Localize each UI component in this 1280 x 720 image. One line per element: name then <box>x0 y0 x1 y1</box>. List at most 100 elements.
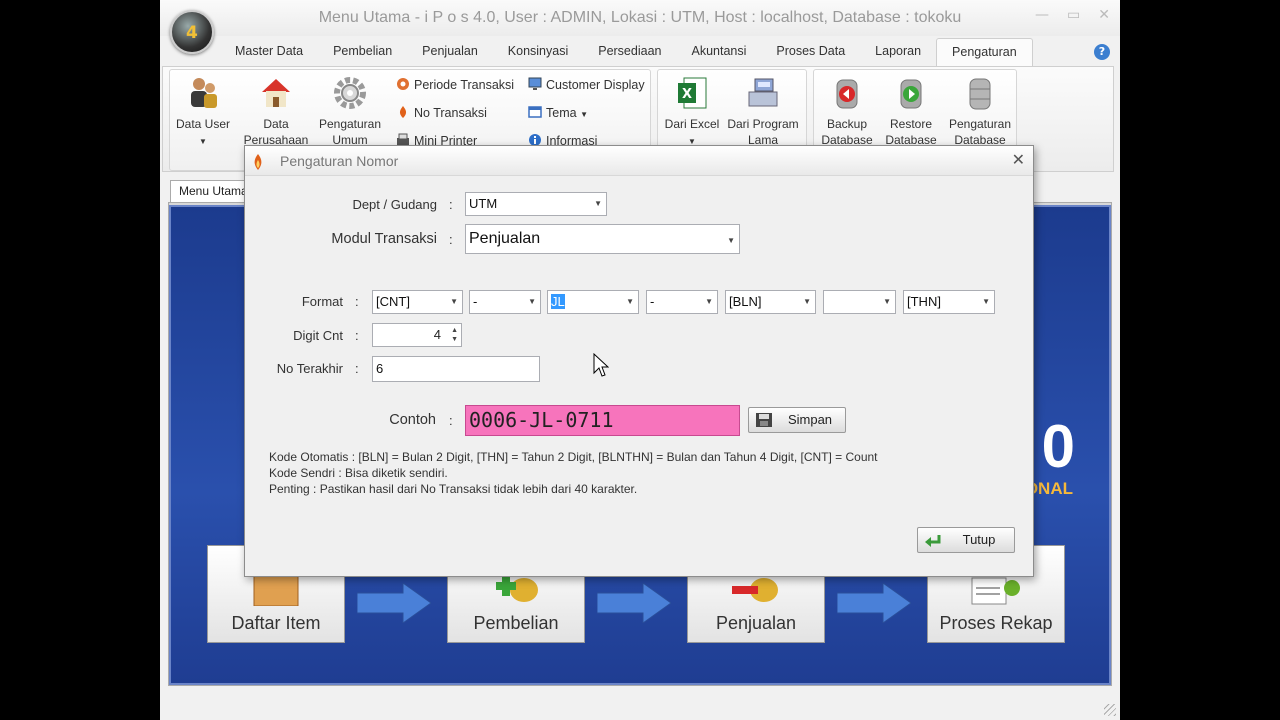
format-select-4[interactable]: - ▼ <box>646 290 718 314</box>
contoh-preview: 0006-JL-0711 <box>465 405 740 436</box>
data-user-button[interactable]: Data User ▼ <box>172 72 234 150</box>
flame-icon <box>399 106 407 118</box>
data-perusahaan-button[interactable]: Data Perusahaan <box>242 72 310 148</box>
chevron-down-icon: ▼ <box>982 297 990 306</box>
format-value-4: - <box>650 294 655 309</box>
modul-select[interactable]: Penjualan ▼ <box>465 224 740 254</box>
app-logo[interactable]: 4 <box>170 10 214 54</box>
chevron-down-icon: ▼ <box>803 297 811 306</box>
title-bar: Menu Utama - i P o s 4.0, User : ADMIN, … <box>160 0 1120 36</box>
chevron-down-icon: ▼ <box>528 297 536 306</box>
format-select-7[interactable]: [THN] ▼ <box>903 290 995 314</box>
format-value-1: [CNT] <box>376 294 410 309</box>
digit-colon: : <box>355 328 359 343</box>
monitor-icon <box>528 77 542 90</box>
chevron-down-icon: ▼ <box>883 297 891 306</box>
tab-pembelian[interactable]: Pembelian <box>318 38 407 66</box>
close-button[interactable]: ✕ <box>1098 7 1110 23</box>
dari-program-label-1: Dari Program <box>727 117 799 131</box>
chevron-down-icon: ▼ <box>199 137 207 146</box>
coins-minus-icon <box>732 578 778 602</box>
pengaturan-umum-button[interactable]: Pengaturan Umum <box>314 72 386 148</box>
spinner-arrows-icon[interactable]: ▲ ▼ <box>451 326 458 344</box>
flow-card-label: Proses Rekap <box>939 613 1053 633</box>
format-value-2: - <box>473 294 478 309</box>
report-gear-icon <box>971 577 1020 605</box>
pengaturan-nomor-dialog: Pengaturan Nomor ✕ Dept / Gudang : UTM ▼ … <box>244 145 1034 577</box>
resize-grip[interactable] <box>1104 704 1116 716</box>
dialog-title: Pengaturan Nomor <box>280 153 399 169</box>
simpan-button[interactable]: Simpan <box>748 407 846 433</box>
dialog-close-button[interactable]: ✕ <box>1012 150 1025 170</box>
window-title: Menu Utama - i P o s 4.0, User : ADMIN, … <box>318 9 962 26</box>
format-select-1[interactable]: [CNT] ▼ <box>372 290 463 314</box>
svg-text:X: X <box>682 87 692 102</box>
arrow-right-icon <box>837 583 911 623</box>
info-kode-otomatis: Kode Otomatis : [BLN] = Bulan 2 Digit, [… <box>269 450 878 464</box>
tab-akuntansi[interactable]: Akuntansi <box>676 38 761 66</box>
pengaturan-database-button[interactable]: Pengaturan Database <box>944 72 1016 148</box>
format-value-7: [THN] <box>907 294 941 309</box>
ribbon-tabs: Master Data Pembelian Penjualan Konsinya… <box>220 38 1033 66</box>
tutup-button[interactable]: Tutup <box>917 527 1015 553</box>
database-restore-icon <box>900 79 922 109</box>
format-select-2[interactable]: - ▼ <box>469 290 541 314</box>
no-transaksi-label: No Transaksi <box>414 106 487 120</box>
last-number-input[interactable]: 6 <box>372 356 540 382</box>
tab-laporan[interactable]: Laporan <box>860 38 936 66</box>
gear-icon <box>334 77 366 109</box>
pengaturan-db-label-1: Pengaturan <box>948 117 1012 131</box>
format-select-3[interactable]: JL ▼ <box>547 290 639 314</box>
customer-display-button[interactable]: Customer Display <box>528 74 645 96</box>
brand-version: 0 <box>1041 413 1075 480</box>
chevron-down-icon: ▼ <box>580 110 588 119</box>
data-user-label: Data User <box>175 117 231 131</box>
dari-program-lama-button[interactable]: Dari Program Lama <box>722 72 804 148</box>
app-logo-text: 4 <box>186 23 198 43</box>
last-number-colon: : <box>355 361 359 376</box>
tab-master-data[interactable]: Master Data <box>220 38 318 66</box>
box-icon <box>253 576 299 606</box>
customer-display-label: Customer Display <box>546 78 645 92</box>
digit-spinner[interactable]: 4 ▲ ▼ <box>372 323 462 347</box>
dept-select[interactable]: UTM ▼ <box>465 192 607 216</box>
dari-excel-label: Dari Excel <box>664 117 720 131</box>
tab-pengaturan[interactable]: Pengaturan <box>936 38 1033 66</box>
tab-persediaan[interactable]: Persediaan <box>583 38 676 66</box>
backup-database-button[interactable]: Backup Database <box>816 72 878 148</box>
help-icon[interactable]: ? <box>1094 44 1110 60</box>
format-value-5: [BLN] <box>729 294 762 309</box>
tab-penjualan[interactable]: Penjualan <box>407 38 493 66</box>
tema-button[interactable]: Tema ▼ <box>528 102 588 124</box>
mouse-cursor-icon <box>593 353 609 377</box>
flame-icon <box>254 154 262 170</box>
format-value-3: JL <box>551 294 565 309</box>
format-select-5[interactable]: [BLN] ▼ <box>725 290 816 314</box>
coins-plus-icon <box>496 576 538 602</box>
chevron-down-icon: ▼ <box>450 297 458 306</box>
tab-proses-data[interactable]: Proses Data <box>761 38 860 66</box>
minimize-button[interactable]: — <box>1035 7 1049 23</box>
maximize-button[interactable]: ▭ <box>1067 7 1080 23</box>
chevron-down-icon: ▼ <box>594 199 602 208</box>
modul-label: Modul Transaksi <box>331 231 437 247</box>
tab-konsinyasi[interactable]: Konsinyasi <box>493 38 583 66</box>
dialog-title-bar: Pengaturan Nomor ✕ <box>245 146 1033 176</box>
no-transaksi-button[interactable]: No Transaksi <box>396 102 487 124</box>
last-number-label: No Terakhir <box>276 361 343 376</box>
chevron-down-icon: ▼ <box>727 236 735 245</box>
format-select-6[interactable]: ▼ <box>823 290 896 314</box>
cash-register-icon <box>748 78 778 107</box>
dept-colon: : <box>449 197 453 212</box>
house-icon <box>262 79 290 107</box>
modul-value: Penjualan <box>469 230 541 247</box>
dari-excel-button[interactable]: X Dari Excel ▼ <box>660 72 724 150</box>
chevron-down-icon: ▼ <box>626 297 634 306</box>
modul-colon: : <box>449 232 453 247</box>
dept-value: UTM <box>469 196 498 211</box>
periode-transaksi-button[interactable]: Periode Transaksi <box>396 74 514 96</box>
dept-label: Dept / Gudang <box>352 197 437 212</box>
calendar-gear-icon <box>397 78 409 90</box>
restore-database-button[interactable]: Restore Database <box>880 72 942 148</box>
arrow-right-icon <box>597 583 671 623</box>
